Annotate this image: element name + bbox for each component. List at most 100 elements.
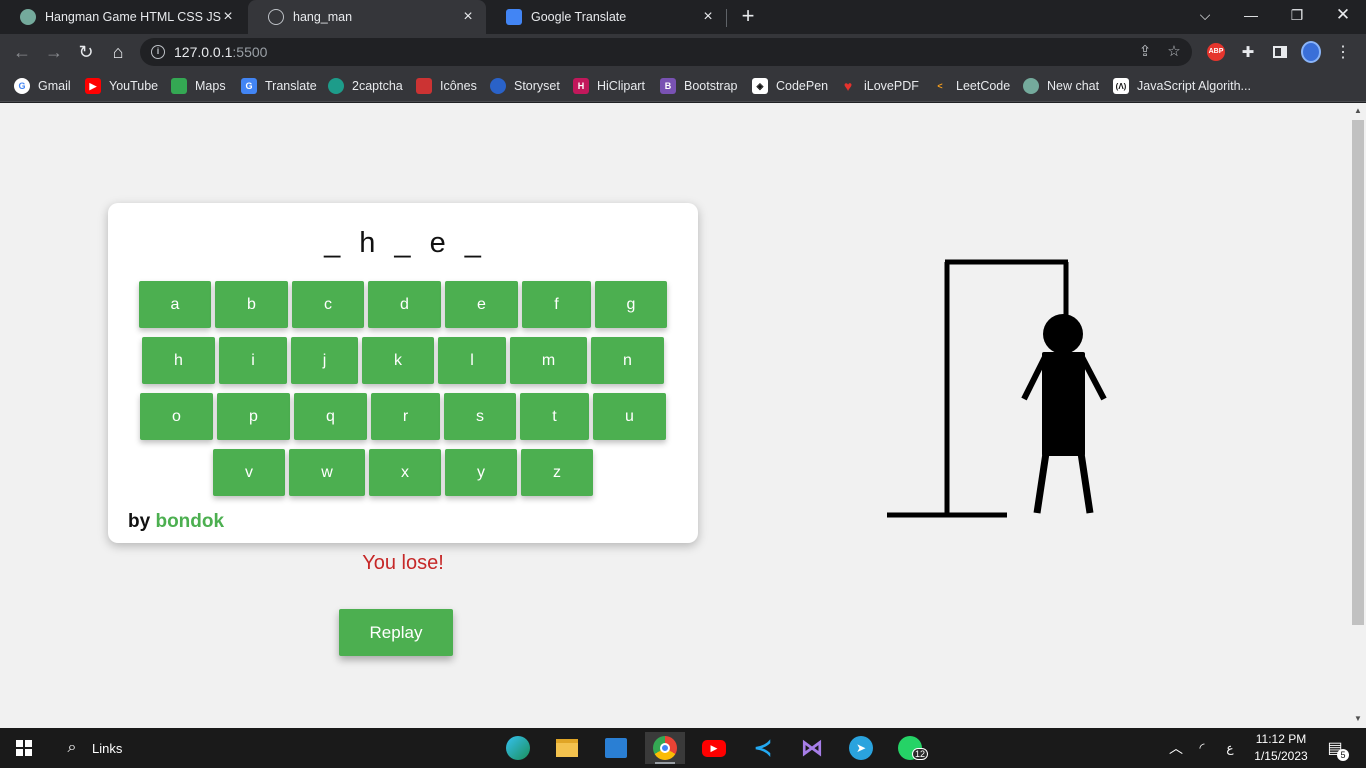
forward-arrow-icon[interactable]: → [42, 40, 66, 64]
tab-search-chevron-icon[interactable]: ⌵ [1182, 0, 1228, 30]
bookmark-leetcode[interactable]: < LeetCode [932, 76, 1010, 96]
key-d[interactable]: d [368, 281, 441, 328]
key-u[interactable]: u [593, 393, 666, 440]
show-hidden-icons-chevron-icon[interactable]: ︿ [1166, 728, 1186, 768]
close-window-button[interactable]: ✕ [1320, 0, 1366, 30]
key-i[interactable]: i [219, 337, 287, 384]
profile-avatar[interactable] [1301, 41, 1321, 63]
byline: by bondok [128, 511, 224, 533]
input-language-indicator[interactable]: ع [1220, 728, 1240, 768]
key-l[interactable]: l [438, 337, 506, 384]
key-n[interactable]: n [591, 337, 664, 384]
key-y[interactable]: y [445, 449, 517, 496]
chrome-icon[interactable] [645, 732, 685, 764]
new-tab-button[interactable]: + [737, 5, 759, 27]
bookmark-2captcha[interactable]: 2captcha [328, 76, 403, 96]
whatsapp-icon[interactable]: 12 [890, 732, 930, 764]
key-j[interactable]: j [291, 337, 358, 384]
bookmark-bootstrap[interactable]: B Bootstrap [660, 76, 738, 96]
side-panel-icon[interactable] [1270, 42, 1290, 62]
taskbar-search-label[interactable]: Links [92, 728, 136, 768]
replay-button[interactable]: Replay [339, 609, 453, 656]
vscode-icon[interactable]: ≺ [743, 732, 783, 764]
tab-hangman-game[interactable]: Hangman Game HTML CSS JS × [0, 0, 246, 34]
notification-center-icon[interactable]: ▤ 5 [1320, 728, 1350, 768]
key-w[interactable]: w [289, 449, 365, 496]
key-f[interactable]: f [522, 281, 591, 328]
key-q[interactable]: q [294, 393, 367, 440]
bookmark-hiclipart[interactable]: H HiClipart [573, 76, 645, 96]
letter-slot: e [429, 227, 447, 259]
adblock-plus-icon[interactable]: ABP [1206, 42, 1226, 62]
scroll-down-arrow-icon[interactable]: ▼ [1354, 715, 1362, 723]
key-e[interactable]: e [445, 281, 518, 328]
close-tab-icon[interactable]: × [700, 9, 716, 25]
key-c[interactable]: c [292, 281, 364, 328]
bookmarks-bar: G Gmail ▶ YouTube Maps G Translate 2captcha… [0, 70, 1366, 102]
hangman-right-leg [1077, 452, 1094, 514]
extensions-puzzle-icon[interactable]: ✚ [1238, 42, 1258, 62]
back-arrow-icon[interactable]: ← [10, 40, 34, 64]
bookmark-youtube[interactable]: ▶ YouTube [85, 76, 158, 96]
youtube-icon[interactable]: ▶ [694, 732, 734, 764]
key-g[interactable]: g [595, 281, 667, 328]
taskbar-search-icon[interactable]: ⌕ [52, 732, 92, 764]
start-windows-icon[interactable] [4, 732, 44, 764]
tab-hang-man[interactable]: hang_man × [248, 0, 486, 34]
visual-studio-icon[interactable]: ⋈ [792, 732, 832, 764]
bookmark-new-chat[interactable]: New chat [1023, 76, 1099, 96]
key-b[interactable]: b [215, 281, 288, 328]
bookmark-icones[interactable]: Icônes [416, 76, 477, 96]
reload-icon[interactable]: ↻ [74, 40, 98, 64]
close-tab-icon[interactable]: × [220, 9, 236, 25]
key-p[interactable]: p [217, 393, 290, 440]
address-bar[interactable]: i 127.0.0.1:5500 ⇪ ☆ [140, 38, 1192, 66]
telegram-icon[interactable]: ➤ [841, 732, 881, 764]
bookmark-gmail[interactable]: G Gmail [14, 76, 71, 96]
byline-prefix: by [128, 511, 151, 532]
key-s[interactable]: s [444, 393, 516, 440]
key-r[interactable]: r [371, 393, 440, 440]
restore-button[interactable]: ❐ [1274, 0, 1320, 30]
bookmark-star-icon[interactable]: ☆ [1165, 43, 1183, 61]
share-icon[interactable]: ⇪ [1136, 43, 1154, 61]
key-a[interactable]: a [139, 281, 211, 328]
key-t[interactable]: t [520, 393, 589, 440]
bookmark-javascript-algorithms[interactable]: (Λ) JavaScript Algorith... [1113, 76, 1251, 96]
site-info-icon[interactable]: i [151, 45, 165, 59]
scroll-up-arrow-icon[interactable]: ▲ [1354, 107, 1362, 115]
home-icon[interactable]: ⌂ [106, 40, 130, 64]
bookmark-codepen[interactable]: ◈ CodePen [752, 76, 828, 96]
key-x[interactable]: x [369, 449, 441, 496]
close-tab-icon[interactable]: × [460, 9, 476, 25]
key-h[interactable]: h [142, 337, 215, 384]
minimize-button[interactable]: — [1228, 0, 1274, 30]
tab-title: Hangman Game HTML CSS JS [45, 10, 221, 24]
system-clock[interactable]: 11:12 PM 1/15/2023 [1245, 731, 1317, 765]
google-icon: G [14, 78, 30, 94]
key-m[interactable]: m [510, 337, 587, 384]
hangman-head [1043, 314, 1083, 354]
key-k[interactable]: k [362, 337, 434, 384]
tab-title: Google Translate [531, 10, 627, 24]
scrollbar-thumb[interactable] [1352, 120, 1364, 625]
hangman-body [1042, 352, 1085, 456]
bookmark-maps[interactable]: Maps [171, 76, 226, 96]
tab-google-translate[interactable]: Google Translate × [486, 0, 726, 34]
page-scrollbar[interactable]: ▲ ▼ [1350, 103, 1366, 728]
key-o[interactable]: o [140, 393, 213, 440]
codepen-icon: ◈ [752, 78, 768, 94]
store-icon[interactable] [596, 732, 636, 764]
key-v[interactable]: v [213, 449, 285, 496]
key-z[interactable]: z [521, 449, 593, 496]
edge-icon[interactable] [498, 732, 538, 764]
menu-kebab-icon[interactable]: ⋮ [1333, 42, 1353, 62]
page-viewport: _ h _ e _ a b c d e f g h i j k l m n o p q … [0, 103, 1366, 728]
google-translate-icon [506, 9, 522, 25]
hiclipart-icon: H [573, 78, 589, 94]
bookmark-storyset[interactable]: Storyset [490, 76, 560, 96]
bookmark-ilovepdf[interactable]: ♥ iLovePDF [840, 76, 919, 96]
wifi-icon[interactable]: ◜ [1192, 728, 1212, 768]
file-explorer-icon[interactable] [547, 732, 587, 764]
bookmark-translate[interactable]: G Translate [241, 76, 317, 96]
